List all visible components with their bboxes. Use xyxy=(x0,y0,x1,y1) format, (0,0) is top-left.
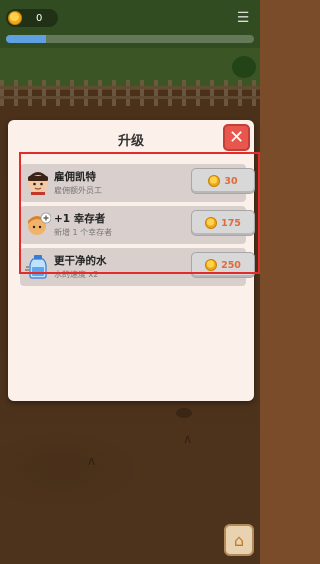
water-bottle-icon xyxy=(24,252,52,280)
survivor-avatar-icon xyxy=(24,168,52,196)
coin-counter: 0 xyxy=(6,9,58,27)
price: 30 xyxy=(224,175,238,187)
close-icon: ✕ xyxy=(228,126,245,148)
dialog-title: 升级 xyxy=(117,134,144,149)
upgrade-description: 水的速度 x2 xyxy=(54,270,99,279)
upgrade-description: 雇佣额外员工 xyxy=(54,186,102,195)
coin-icon xyxy=(205,259,218,271)
buy-button[interactable]: 250 xyxy=(191,252,255,278)
build-button[interactable]: ⌂ xyxy=(224,524,254,556)
add-survivor-icon xyxy=(24,210,52,238)
close-button[interactable]: ✕ xyxy=(223,124,250,151)
progress-fill xyxy=(6,35,46,43)
menu-icon[interactable]: ☰ xyxy=(234,10,252,26)
upgrade-name: 雇佣凯特 xyxy=(54,171,96,183)
price: 250 xyxy=(221,259,241,271)
price: 175 xyxy=(221,217,241,229)
house-icon: ⌂ xyxy=(233,530,245,550)
buy-button[interactable]: 175 xyxy=(191,210,255,236)
upgrade-name: 更干净的水 xyxy=(54,255,107,267)
upgrade-description: 新增 1 个幸存者 xyxy=(54,228,113,237)
upgrade-row: 更干净的水 水的速度 x2 250 xyxy=(20,248,255,286)
buy-button[interactable]: 30 xyxy=(191,168,255,194)
progress-bar xyxy=(6,35,254,43)
upgrade-name: +1 幸存者 xyxy=(54,213,106,225)
coin-icon xyxy=(8,11,22,25)
upgrade-row: +1 幸存者 新增 1 个幸存者 175 xyxy=(20,206,255,244)
upgrade-row: 雇佣凯特 雇佣额外员工 30 xyxy=(20,164,255,202)
coin-count: 0 xyxy=(36,12,43,24)
coin-icon xyxy=(208,175,221,187)
upgrade-list: 雇佣凯特 雇佣额外员工 30 +1 幸存者 新增 1 个幸存者 175 更干净的… xyxy=(20,164,255,290)
coin-icon xyxy=(205,217,218,229)
upgrade-dialog: 升级 ✕ 雇佣凯特 雇佣额外员工 30 +1 幸存者 新增 1 个幸存者 175… xyxy=(8,120,255,401)
